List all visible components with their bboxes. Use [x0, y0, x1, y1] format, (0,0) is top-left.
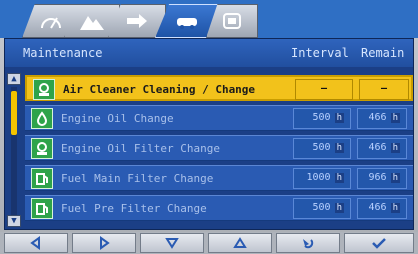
triangle-up-icon	[233, 237, 247, 248]
table-header: Maintenance Interval Remain	[5, 39, 413, 67]
interval-cell: 500 h	[293, 198, 351, 219]
header-interval: Interval	[291, 46, 349, 60]
gauge-icon	[41, 17, 61, 29]
item-label: Engine Oil Filter Change	[61, 142, 220, 155]
return-arrow-icon	[303, 239, 314, 249]
interval-cell: 500 h	[293, 138, 351, 159]
item-label: Air Cleaner Cleaning / Change	[63, 83, 256, 96]
monitor-icon	[223, 13, 241, 29]
list-item[interactable]: Fuel Main Filter Change 1000 h 966 h	[25, 165, 413, 191]
oil-icon	[31, 108, 53, 129]
item-label: Engine Oil Change	[61, 112, 174, 125]
arrow-right-icon	[127, 14, 147, 28]
fuel-icon	[31, 198, 53, 219]
down-button[interactable]	[140, 233, 204, 253]
back-button[interactable]	[276, 233, 340, 253]
remain-cell: 466 h	[357, 198, 407, 219]
check-icon	[372, 238, 386, 249]
right-button[interactable]	[72, 233, 136, 253]
header-remain: Remain	[361, 46, 405, 60]
triangle-left-icon	[30, 236, 40, 250]
interval-cell: —	[295, 79, 353, 100]
triangle-right-icon	[100, 236, 110, 250]
left-button[interactable]	[4, 233, 68, 253]
ok-button[interactable]	[344, 233, 414, 253]
scroll-down-icon[interactable]: ▼	[7, 215, 21, 227]
interval-cell: 1000 h	[293, 168, 351, 189]
filter-icon	[31, 138, 53, 159]
scroll-thumb[interactable]	[11, 91, 17, 135]
scrollbar[interactable]: ▲ ▼	[7, 73, 23, 227]
vehicle-icon	[177, 18, 197, 29]
header-title: Maintenance	[23, 46, 103, 60]
tab-strip	[0, 0, 418, 38]
triangle-down-icon	[165, 238, 179, 249]
list-item[interactable]: Fuel Pre Filter Change 500 h 466 h	[25, 195, 413, 221]
item-label: Fuel Main Filter Change	[61, 172, 214, 185]
remain-cell: 466 h	[357, 108, 407, 129]
remain-cell: —	[359, 79, 409, 100]
list-item[interactable]: Engine Oil Change 500 h 466 h	[25, 105, 413, 131]
item-label: Fuel Pre Filter Change	[61, 202, 207, 215]
fuel-icon	[31, 168, 53, 189]
mountain-icon	[80, 16, 104, 30]
remain-cell: 466 h	[357, 138, 407, 159]
interval-cell: 500 h	[293, 108, 351, 129]
list-item[interactable]: Air Cleaner Cleaning / Change — —	[25, 75, 413, 101]
scroll-up-icon[interactable]: ▲	[7, 73, 21, 85]
list-item[interactable]: Engine Oil Filter Change 500 h 466 h	[25, 135, 413, 161]
up-button[interactable]	[208, 233, 272, 253]
remain-cell: 966 h	[357, 168, 407, 189]
filter-icon	[33, 79, 55, 100]
maintenance-screen: Maintenance Interval Remain ▲ ▼ Air Clea…	[4, 38, 414, 230]
softkey-bar	[0, 232, 418, 254]
